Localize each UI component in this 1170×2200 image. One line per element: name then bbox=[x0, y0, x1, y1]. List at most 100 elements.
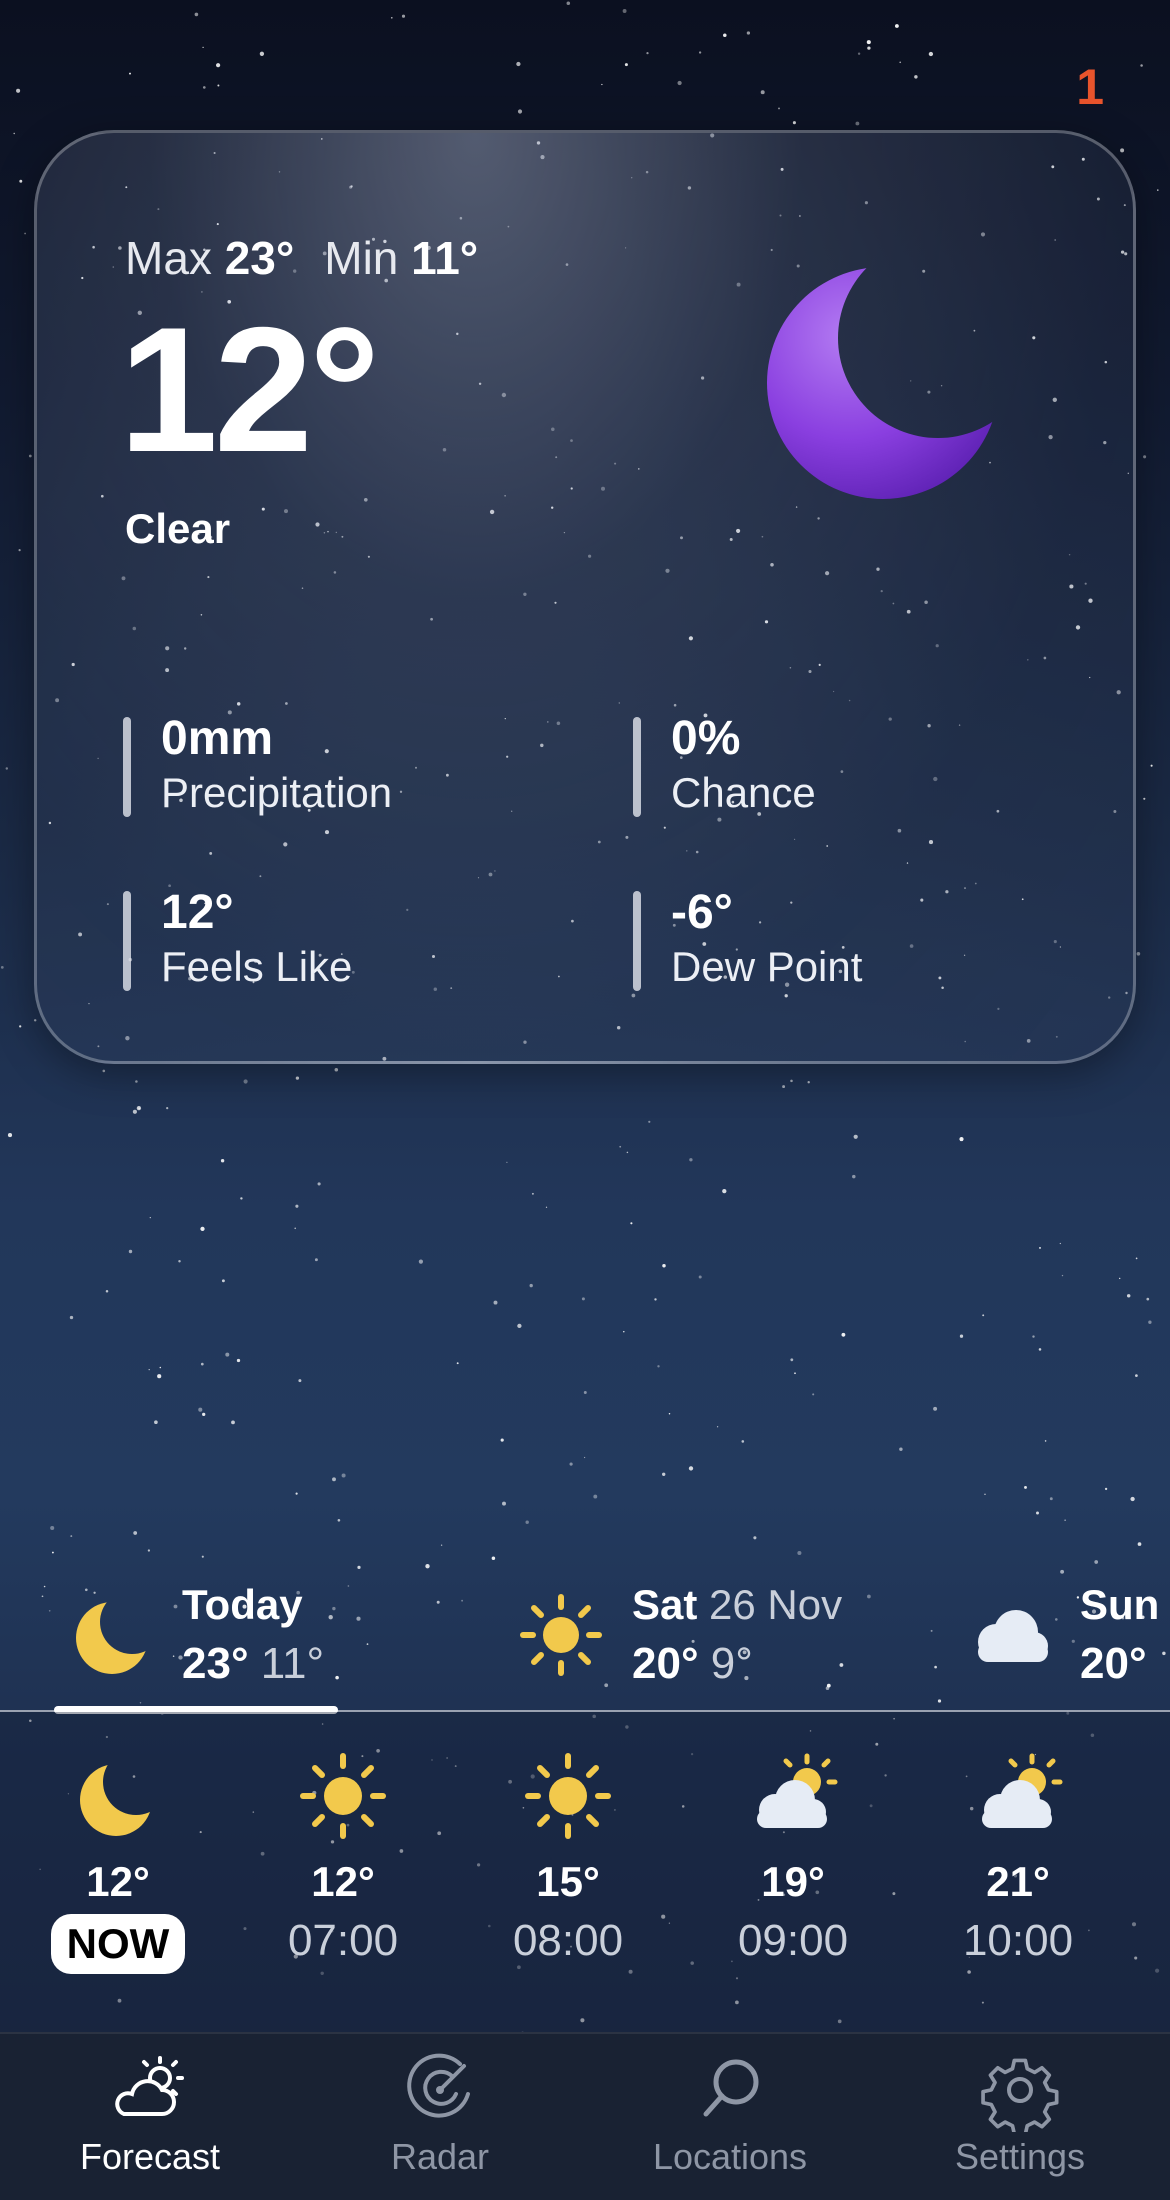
partly-cloudy-icon bbox=[982, 1753, 1063, 1828]
tab-settings[interactable]: Settings bbox=[890, 2048, 1150, 2178]
star bbox=[295, 1492, 298, 1495]
radar-icon bbox=[407, 2053, 470, 2118]
star bbox=[19, 179, 23, 183]
tab-label: Radar bbox=[390, 2136, 490, 2177]
star bbox=[33, 1019, 37, 1022]
star bbox=[314, 1258, 318, 1262]
star bbox=[790, 1079, 793, 1083]
max-min-temps: Max 23° Min 11° bbox=[125, 231, 478, 285]
hourly-forecast: 12° NOW 12° 07:00 15° 08:00 19° 09:00 21… bbox=[0, 1712, 1170, 2032]
star bbox=[5, 767, 9, 770]
moon-icon bbox=[80, 1764, 152, 1836]
min-value: 11° bbox=[411, 232, 479, 284]
hour-item[interactable]: 15° 08:00 bbox=[478, 1712, 658, 1966]
star bbox=[807, 1081, 810, 1084]
stat-precipitation: 0mm Precipitation bbox=[123, 712, 393, 818]
stat-chance: 0% Chance bbox=[633, 712, 816, 818]
star bbox=[133, 1531, 138, 1535]
star bbox=[545, 1206, 548, 1208]
star bbox=[159, 1366, 162, 1369]
cloud-icon bbox=[978, 1610, 1048, 1662]
star bbox=[852, 1174, 856, 1179]
star bbox=[790, 1358, 794, 1362]
stat-dew-point: -6° Dew Point bbox=[633, 886, 863, 992]
star bbox=[166, 1106, 169, 1110]
star bbox=[221, 1279, 225, 1283]
star bbox=[914, 75, 918, 79]
star bbox=[619, 1145, 622, 1148]
star bbox=[16, 88, 21, 93]
tab-radar[interactable]: Radar bbox=[310, 2048, 570, 2178]
star bbox=[1038, 1348, 1042, 1351]
partly-cloudy-icon bbox=[757, 1753, 838, 1828]
star bbox=[531, 1192, 534, 1195]
star bbox=[1137, 1542, 1142, 1546]
star bbox=[646, 51, 649, 55]
star bbox=[1140, 64, 1143, 67]
star bbox=[1143, 455, 1147, 459]
star bbox=[689, 1158, 693, 1162]
star bbox=[295, 1076, 300, 1080]
stat-label: Precipitation bbox=[161, 768, 393, 816]
star bbox=[1044, 1440, 1047, 1442]
notification-badge[interactable]: 1 bbox=[1076, 58, 1104, 116]
star bbox=[855, 121, 860, 126]
hour-item[interactable]: 12° NOW bbox=[28, 1712, 208, 1974]
star bbox=[894, 24, 899, 28]
star bbox=[178, 1260, 181, 1263]
star bbox=[1032, 1335, 1035, 1338]
hour-item[interactable]: 19° 09:00 bbox=[703, 1712, 883, 1966]
tab-label: Forecast bbox=[79, 2136, 221, 2177]
star bbox=[623, 1330, 625, 1333]
star bbox=[630, 1222, 633, 1225]
star bbox=[760, 90, 765, 95]
star bbox=[583, 1391, 587, 1394]
star bbox=[722, 1188, 727, 1194]
star bbox=[69, 1315, 74, 1320]
hour-temp: 12° bbox=[86, 1858, 150, 1905]
star bbox=[1126, 1294, 1131, 1298]
star bbox=[698, 51, 702, 54]
star bbox=[569, 1462, 573, 1466]
tab-forecast[interactable]: Forecast bbox=[20, 2048, 280, 2178]
star bbox=[1157, 189, 1159, 191]
star bbox=[662, 1472, 666, 1476]
star bbox=[418, 1259, 423, 1264]
star bbox=[1061, 1274, 1064, 1277]
star bbox=[0, 966, 4, 969]
star bbox=[337, 1518, 341, 1522]
star bbox=[334, 1067, 339, 1072]
moon-icon bbox=[767, 267, 999, 499]
star bbox=[853, 1134, 858, 1139]
tab-bar: Forecast Radar Locations Settings bbox=[0, 2032, 1170, 2200]
star bbox=[583, 1456, 586, 1459]
stat-label: Feels Like bbox=[161, 942, 353, 990]
hour-temp: 15° bbox=[536, 1858, 600, 1905]
star bbox=[516, 61, 521, 67]
tab-locations[interactable]: Locations bbox=[600, 2048, 860, 2178]
hour-time: 09:00 bbox=[737, 1916, 849, 1965]
current-weather-card[interactable]: Max 23° Min 11° 12° Clear 0mm Precipitati… bbox=[34, 130, 1136, 1064]
star bbox=[149, 1216, 151, 1219]
star bbox=[797, 1550, 802, 1556]
stat-label: Dew Point bbox=[671, 942, 863, 990]
day-date: 26 Nov bbox=[709, 1581, 843, 1628]
star bbox=[626, 1151, 629, 1154]
star bbox=[200, 1226, 205, 1232]
day-high: 23° bbox=[182, 1638, 249, 1688]
star bbox=[677, 80, 682, 86]
star bbox=[1064, 1519, 1066, 1521]
tab-label: Locations bbox=[652, 2136, 808, 2177]
star bbox=[723, 33, 727, 38]
hour-temp: 12° bbox=[311, 1858, 375, 1905]
star bbox=[236, 1358, 241, 1363]
hour-item[interactable]: 21° 10:00 bbox=[928, 1712, 1108, 1966]
star bbox=[24, 232, 26, 235]
star bbox=[654, 1298, 657, 1301]
star bbox=[984, 1493, 986, 1496]
hour-item[interactable]: 12° 07:00 bbox=[253, 1712, 433, 1966]
star bbox=[295, 1204, 299, 1208]
star bbox=[440, 1544, 443, 1546]
star bbox=[517, 109, 523, 114]
day-name: Sun bbox=[1080, 1581, 1160, 1628]
